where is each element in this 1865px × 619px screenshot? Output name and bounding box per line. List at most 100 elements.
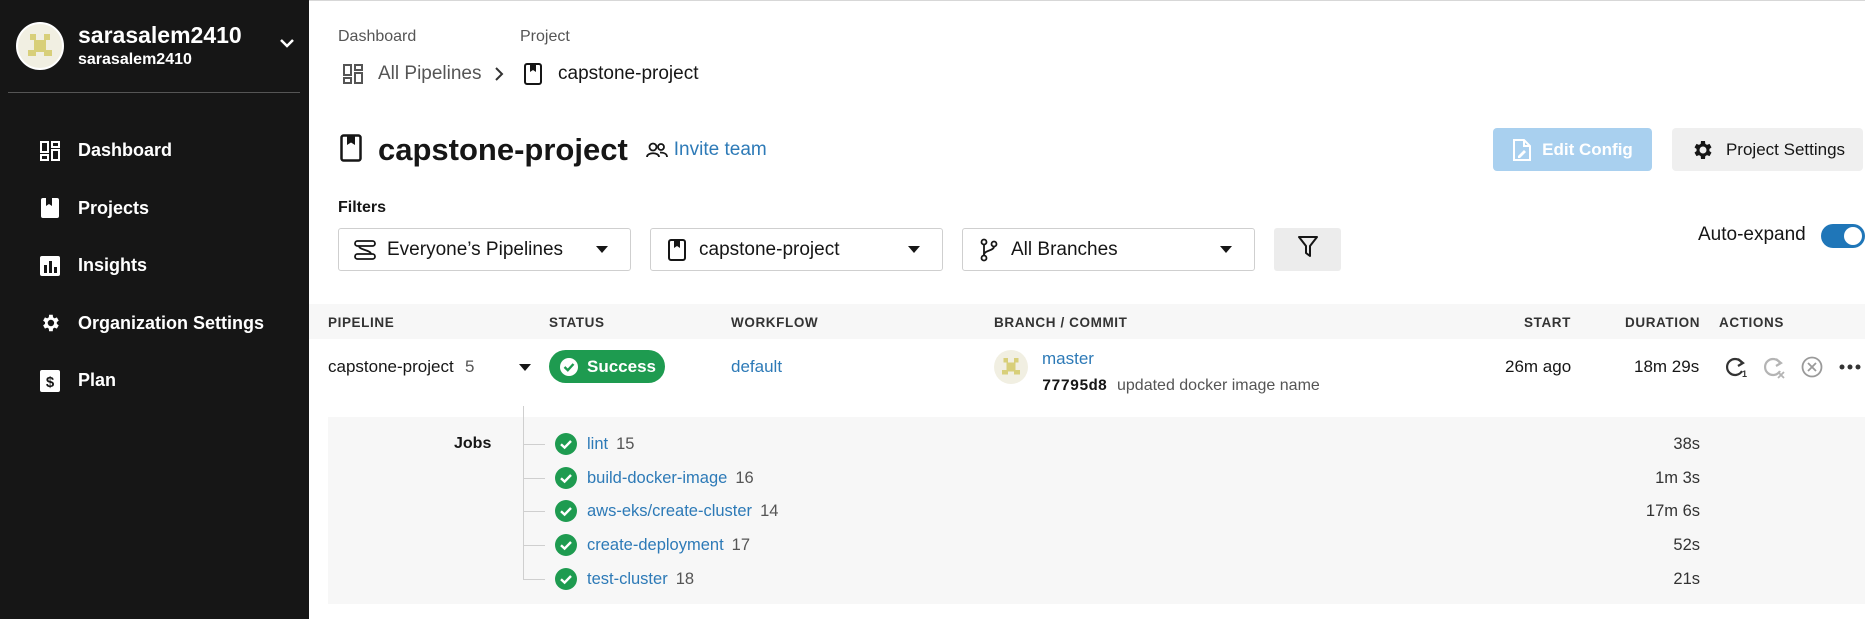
- project-filter-value: capstone-project: [699, 238, 840, 260]
- gear-icon: [1690, 138, 1714, 162]
- duration: 18m 29s: [1634, 357, 1700, 376]
- breadcrumb-value: All Pipelines: [378, 63, 482, 84]
- sidebar-item-plan[interactable]: $ Plan: [38, 352, 264, 410]
- branch-filter-select[interactable]: All Branches: [962, 228, 1255, 271]
- caret-down-icon: [1220, 246, 1232, 253]
- branch-filter-value: All Branches: [1011, 238, 1118, 260]
- sidebar: sarasalem2410 sarasalem2410 Dashboard Pr…: [0, 0, 309, 619]
- column-header-workflow: WORKFLOW: [731, 315, 819, 330]
- page-header: capstone-project Invite team: [340, 128, 767, 172]
- job-number: 15: [616, 434, 635, 453]
- project-settings-button[interactable]: Project Settings: [1672, 128, 1863, 171]
- job-name-link[interactable]: lint: [587, 435, 608, 454]
- column-header-duration: DURATION: [1625, 315, 1701, 330]
- breadcrumb-all-pipelines[interactable]: All Pipelines: [340, 60, 482, 88]
- success-check-icon: [555, 467, 577, 489]
- file-edit-icon: [1512, 138, 1532, 162]
- edit-config-label: Edit Config: [1542, 139, 1633, 159]
- column-header-branch-commit: BRANCH / COMMIT: [994, 315, 1128, 330]
- sidebar-item-label: Plan: [78, 370, 117, 391]
- job-number: 14: [760, 501, 779, 520]
- cancel-icon: [1800, 355, 1824, 379]
- sidebar-item-organization-settings[interactable]: Organization Settings: [38, 295, 264, 353]
- project-icon: [520, 61, 546, 87]
- project-icon: [340, 133, 362, 167]
- insights-icon: [38, 254, 62, 278]
- job-row: lint 15 38s: [523, 430, 1703, 458]
- branch-icon: [977, 238, 1001, 262]
- workflow-link[interactable]: default: [731, 357, 782, 377]
- job-name-link[interactable]: create-deployment: [587, 536, 724, 555]
- table-header: PIPELINE STATUS WORKFLOW BRANCH / COMMIT…: [309, 304, 1865, 339]
- commit-message: updated docker image name: [1117, 377, 1320, 394]
- job-row: test-cluster 18 21s: [523, 565, 1703, 593]
- project-icon: [665, 238, 689, 261]
- breadcrumb-project-label: Project: [520, 28, 570, 45]
- autoexpand-toggle[interactable]: [1821, 224, 1865, 248]
- plan-icon: $: [38, 369, 62, 393]
- sidebar-item-projects[interactable]: Projects: [38, 180, 264, 238]
- breadcrumb-project[interactable]: capstone-project: [520, 60, 698, 88]
- sidebar-item-dashboard[interactable]: Dashboard: [38, 122, 264, 180]
- column-header-pipeline: PIPELINE: [328, 315, 395, 330]
- toggle-knob: [1844, 227, 1862, 245]
- sidebar-item-label: Dashboard: [78, 140, 173, 161]
- chevron-down-icon[interactable]: [278, 34, 296, 57]
- sidebar-item-label: Insights: [78, 255, 148, 276]
- job-name-link[interactable]: test-cluster: [587, 570, 668, 589]
- column-header-actions: ACTIONS: [1719, 315, 1784, 330]
- job-duration: 21s: [1673, 569, 1700, 588]
- org-switcher[interactable]: sarasalem2410 sarasalem2410: [16, 20, 296, 72]
- rerun-icon[interactable]: 1: [1724, 355, 1748, 379]
- org-name: sarasalem2410: [78, 51, 192, 68]
- gear-icon: [38, 311, 62, 335]
- commit-hash[interactable]: 77795d8: [1042, 377, 1107, 395]
- sidebar-item-label: Projects: [78, 197, 150, 218]
- success-check-icon: [555, 534, 577, 556]
- svg-text:$: $: [46, 374, 55, 391]
- branch-link[interactable]: master: [1042, 349, 1094, 369]
- job-number: 16: [735, 468, 754, 487]
- job-row: build-docker-image 16 1m 3s: [523, 464, 1703, 492]
- caret-down-icon: [596, 246, 608, 253]
- projects-icon: [38, 196, 62, 220]
- start-time: 26m ago: [1505, 357, 1572, 376]
- people-icon: [645, 142, 668, 158]
- commit-author-avatar: [994, 350, 1028, 384]
- user-name: sarasalem2410: [78, 22, 242, 48]
- filter-icon: [1297, 235, 1319, 264]
- pipeline-icon: [353, 239, 377, 260]
- filters-label: Filters: [338, 199, 387, 216]
- job-number: 17: [731, 535, 751, 554]
- job-name-link[interactable]: aws-eks/create-cluster: [587, 502, 752, 521]
- status-badge[interactable]: Success: [549, 350, 665, 383]
- user-avatar: [16, 22, 64, 70]
- job-duration: 38s: [1673, 434, 1700, 453]
- job-duration: 1m 3s: [1655, 468, 1700, 487]
- sidebar-item-insights[interactable]: Insights: [38, 237, 264, 295]
- project-settings-label: Project Settings: [1725, 139, 1846, 159]
- job-number: 18: [675, 569, 695, 588]
- success-check-icon: [555, 433, 577, 455]
- sidebar-nav: Dashboard Projects Insights Organization…: [38, 122, 264, 410]
- column-header-status: STATUS: [549, 315, 605, 330]
- project-filter-select[interactable]: capstone-project: [650, 228, 943, 271]
- job-name-link[interactable]: build-docker-image: [587, 469, 727, 488]
- job-duration: 17m 6s: [1645, 501, 1700, 520]
- chevron-right-icon: [492, 66, 506, 87]
- invite-team-link[interactable]: Invite team: [645, 139, 767, 161]
- expand-caret-icon[interactable]: [519, 364, 531, 371]
- advanced-filter-button[interactable]: [1274, 228, 1341, 271]
- success-check-icon: [555, 500, 577, 522]
- row-actions: 1: [1724, 355, 1865, 379]
- check-circle-icon: [559, 357, 579, 377]
- pipelines-filter-value: Everyone’s Pipelines: [387, 238, 564, 260]
- dashboard-icon: [38, 139, 62, 163]
- edit-config-button[interactable]: Edit Config: [1493, 128, 1652, 171]
- invite-team-label: Invite team: [673, 139, 767, 160]
- svg-text:1: 1: [1742, 369, 1747, 379]
- page-title: capstone-project: [378, 132, 628, 167]
- more-options-icon[interactable]: [1838, 355, 1862, 379]
- pipelines-filter-select[interactable]: Everyone’s Pipelines: [338, 228, 631, 271]
- dashboard-icon: [340, 61, 366, 87]
